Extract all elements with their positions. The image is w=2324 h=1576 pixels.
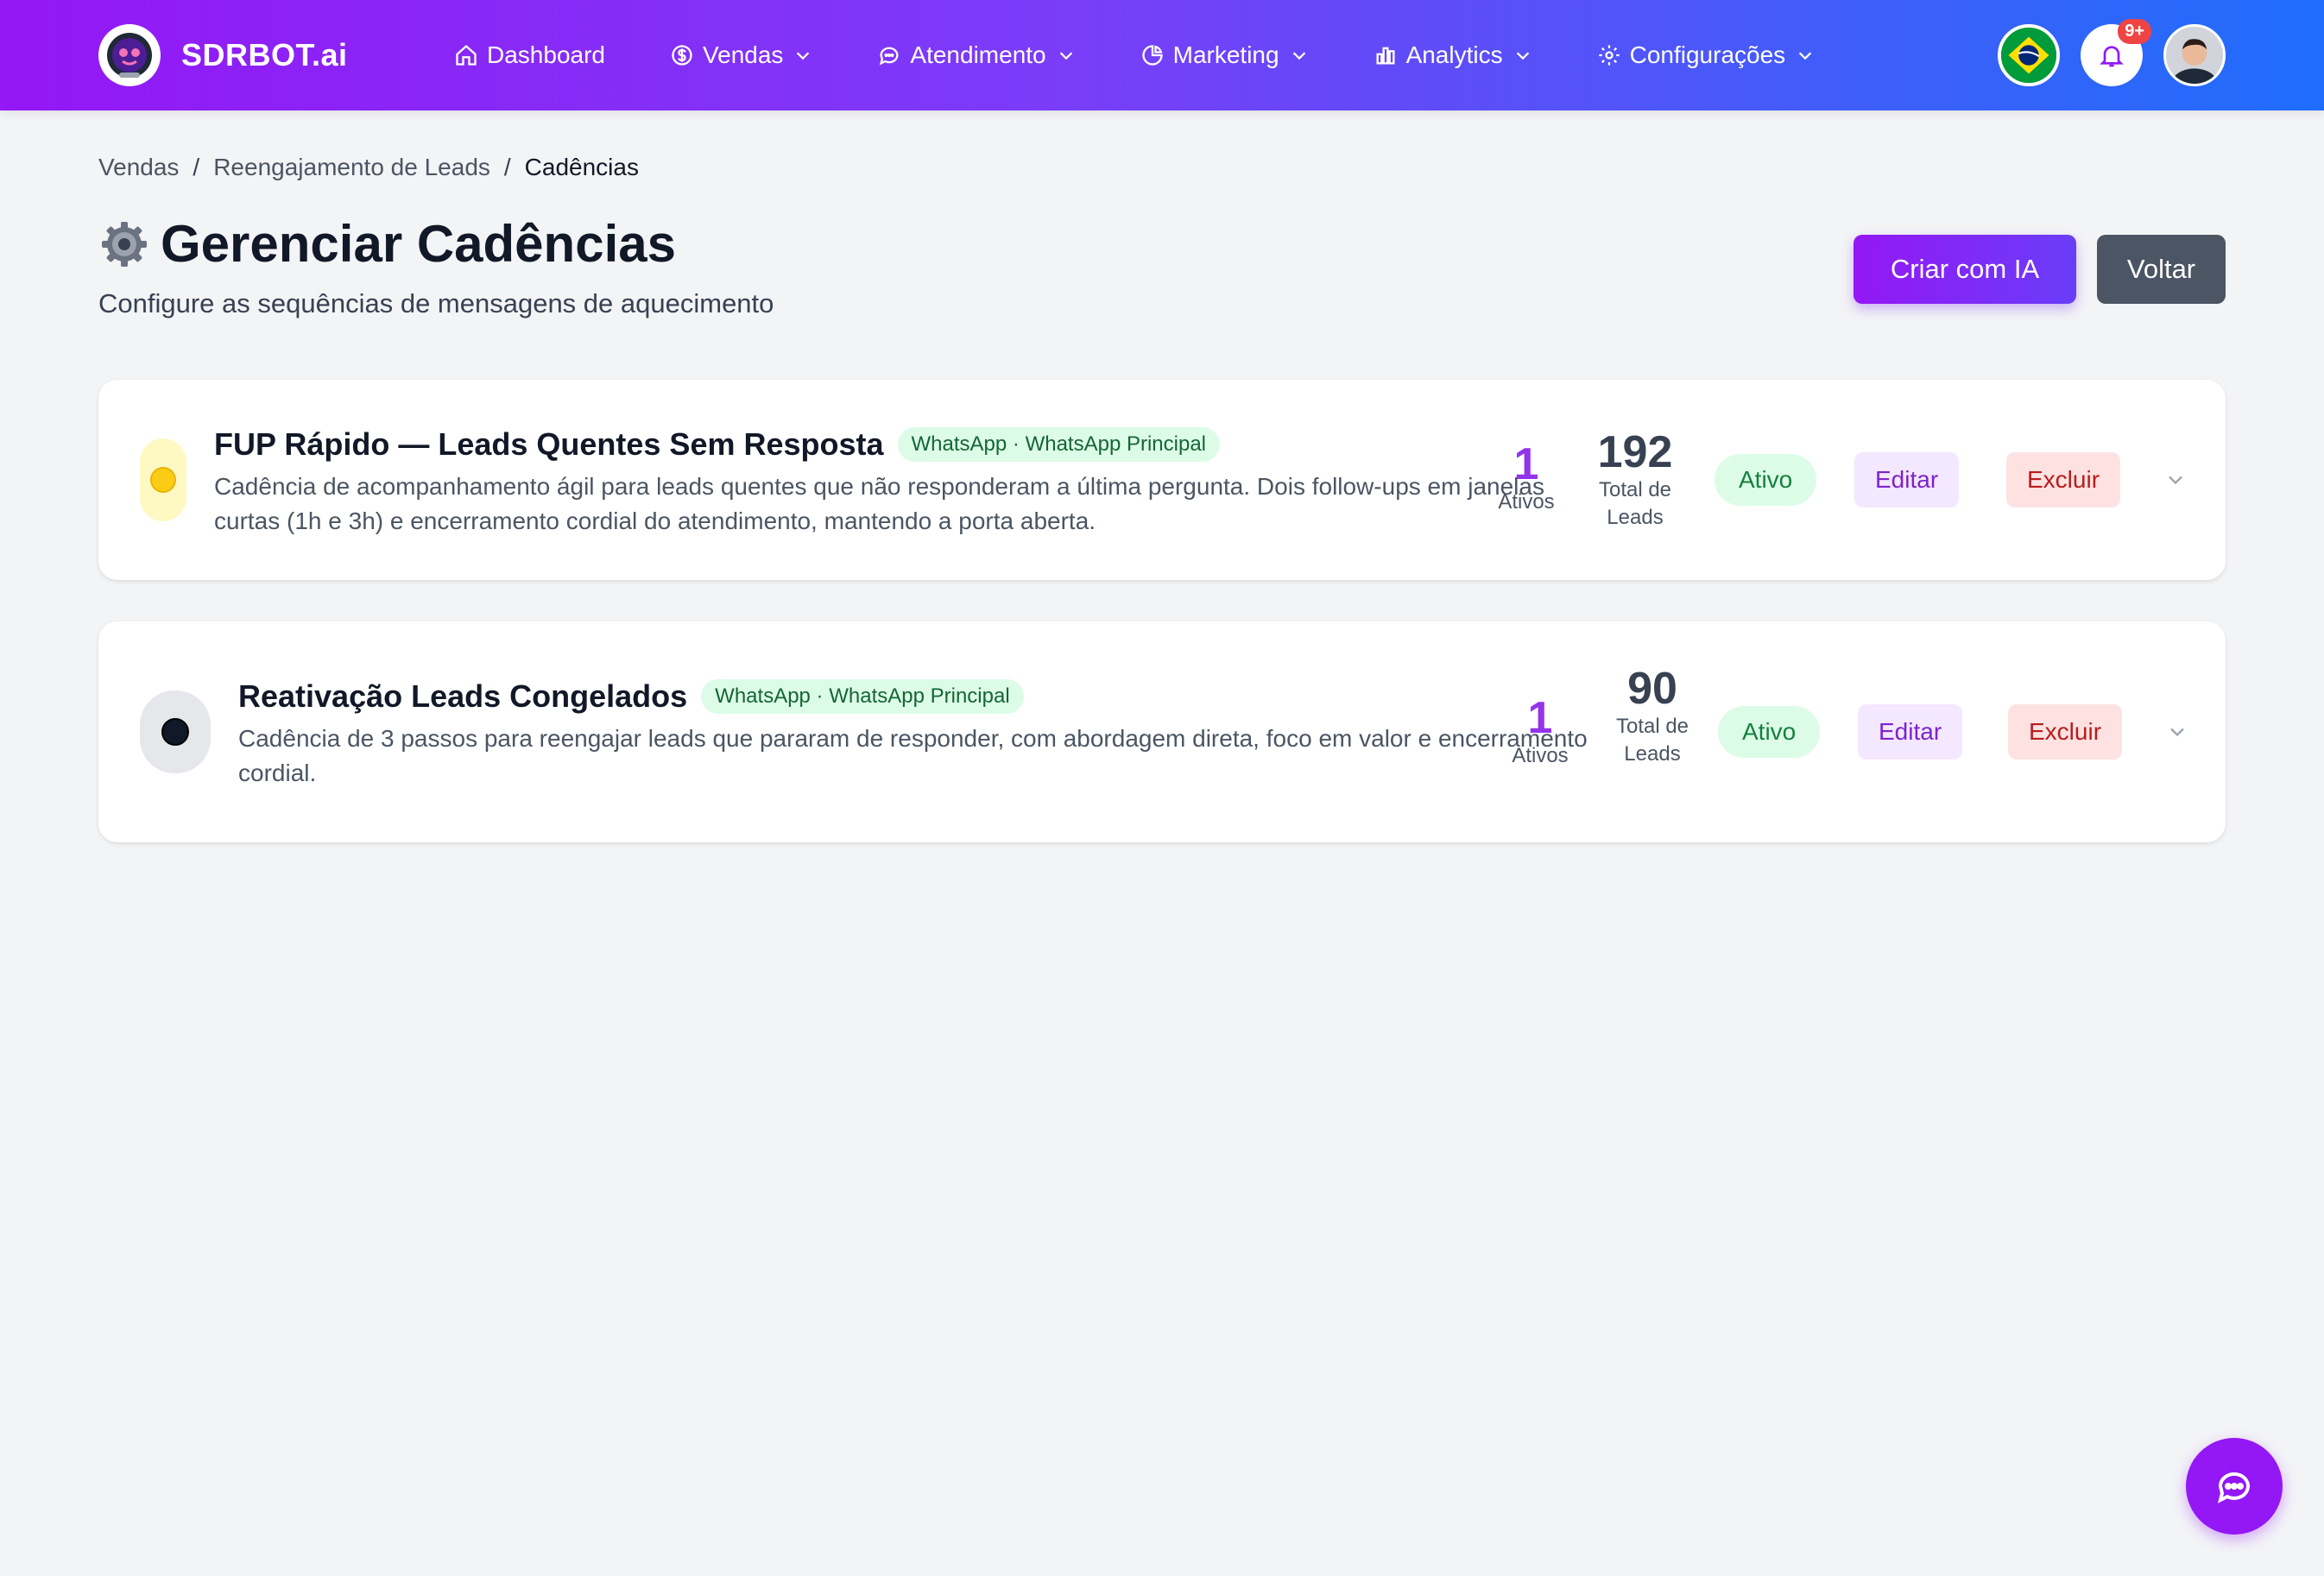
page-subtitle: Configure as sequências de mensagens de … (98, 288, 774, 318)
chevron-down-icon (1059, 52, 1072, 60)
bell-icon (2100, 46, 2124, 67)
breadcrumb-vendas[interactable]: Vendas (98, 154, 179, 181)
active-count: 1 (1527, 693, 1553, 743)
active-count-stat: 1 Ativos (1497, 694, 1583, 770)
cadence-description: Cadência de 3 passos para reengajar lead… (238, 725, 1588, 786)
nav-dashboard[interactable]: Dashboard (454, 41, 605, 69)
channel-badge: WhatsApp · WhatsApp Principal (701, 679, 1024, 714)
page-title-row: Gerenciar Cadências (98, 214, 676, 274)
chevron-down-icon (1516, 52, 1529, 60)
brand-name: SDRBOT.ai (181, 37, 348, 72)
chat-bubble-icon (2218, 1472, 2250, 1504)
total-leads-label: Total de Leads (1615, 715, 1689, 766)
breadcrumb-separator: / (193, 154, 200, 180)
total-leads-label: Total de Leads (1598, 478, 1672, 529)
nav-analytics-label: Analytics (1405, 41, 1503, 68)
cadence-title-row: Reativação Leads Congelados WhatsApp · W… (238, 678, 1024, 715)
bar-chart-icon (1376, 47, 1395, 65)
robot-logo-icon (98, 24, 161, 86)
back-button[interactable]: Voltar (2097, 235, 2226, 304)
chat-support-button[interactable] (2186, 1438, 2283, 1535)
status-badge: Ativo (1718, 706, 1821, 758)
notification-count-badge: 9+ (2118, 19, 2151, 44)
nav-right: 9+ (1977, 19, 2226, 86)
pie-chart-icon (1141, 45, 1163, 66)
delete-button[interactable]: Excluir (2008, 704, 2123, 760)
cadence-card[interactable]: FUP Rápido — Leads Quentes Sem Resposta … (98, 380, 2226, 580)
edit-button[interactable]: Editar (1854, 452, 1960, 507)
cadence-description: Cadência de acompanhamento ágil para lea… (214, 473, 1544, 534)
total-leads-count: 90 (1627, 664, 1677, 714)
delete-button[interactable]: Excluir (2006, 452, 2121, 507)
total-leads-count: 192 (1597, 427, 1673, 477)
nav-analytics[interactable]: Analytics (1374, 41, 1532, 69)
nav-atendimento-label: Atendimento (910, 41, 1046, 68)
cadence-color-indicator (140, 438, 186, 521)
chevron-down-icon (797, 52, 810, 60)
page-title: Gerenciar Cadências (161, 215, 676, 273)
breadcrumb: Vendas / Reengajamento de Leads / Cadênc… (98, 154, 639, 181)
language-flag-brazil-icon[interactable] (1998, 24, 2060, 86)
dollar-icon (672, 45, 692, 66)
cadence-title-row: FUP Rápido — Leads Quentes Sem Resposta … (214, 426, 1221, 463)
chevron-down-icon[interactable] (2165, 720, 2189, 744)
edit-button[interactable]: Editar (1858, 704, 1963, 760)
gear-emoji-icon (102, 221, 147, 267)
nav-configuracoes-label: Configurações (1629, 41, 1786, 68)
channel-badge: WhatsApp · WhatsApp Principal (897, 427, 1221, 462)
user-avatar[interactable] (2163, 24, 2226, 86)
total-leads-stat: 90 Total de Leads (1611, 665, 1694, 768)
chevron-down-icon (1798, 52, 1812, 60)
chevron-down-icon[interactable] (2163, 468, 2188, 492)
cadence-title: FUP Rápido — Leads Quentes Sem Resposta (214, 426, 884, 462)
cadence-title: Reativação Leads Congelados (238, 678, 688, 714)
home-icon (456, 44, 477, 66)
total-leads-stat: 192 Total de Leads (1583, 428, 1687, 532)
breadcrumb-current: Cadências (524, 154, 639, 180)
create-with-ai-button[interactable]: Criar com IA (1854, 235, 2076, 304)
chat-icon (880, 47, 899, 66)
active-label: Ativos (1512, 744, 1569, 767)
breadcrumb-reengajamento[interactable]: Reengajamento de Leads (213, 154, 490, 181)
black-circle-icon (161, 718, 189, 746)
nav-atendimento[interactable]: Atendimento (877, 41, 1075, 69)
nav-configuracoes[interactable]: Configurações (1597, 41, 1816, 69)
nav-vendas[interactable]: Vendas (670, 41, 812, 69)
yellow-circle-icon (150, 467, 176, 493)
brand[interactable]: SDRBOT.ai (98, 24, 348, 86)
nav-marketing-label: Marketing (1172, 41, 1279, 68)
active-count: 1 (1513, 439, 1539, 489)
main-nav: Dashboard Vendas Atendimento Marketing A… (454, 0, 1879, 110)
cadence-color-indicator (140, 690, 211, 773)
nav-dashboard-label: Dashboard (487, 41, 605, 68)
status-badge: Ativo (1715, 454, 1817, 506)
nav-marketing[interactable]: Marketing (1140, 41, 1309, 69)
gear-icon (1598, 45, 1620, 66)
cadence-card[interactable]: Reativação Leads Congelados WhatsApp · W… (98, 621, 2226, 842)
active-label: Ativos (1498, 490, 1555, 514)
breadcrumb-separator: / (503, 154, 511, 180)
notifications-button[interactable]: 9+ (2081, 19, 2151, 86)
top-navbar: SDRBOT.ai Dashboard Vendas Atendimento M… (0, 0, 2324, 110)
active-count-stat: 1 Ativos (1483, 440, 1569, 516)
nav-vendas-label: Vendas (702, 41, 784, 68)
chevron-down-icon (1292, 52, 1305, 60)
